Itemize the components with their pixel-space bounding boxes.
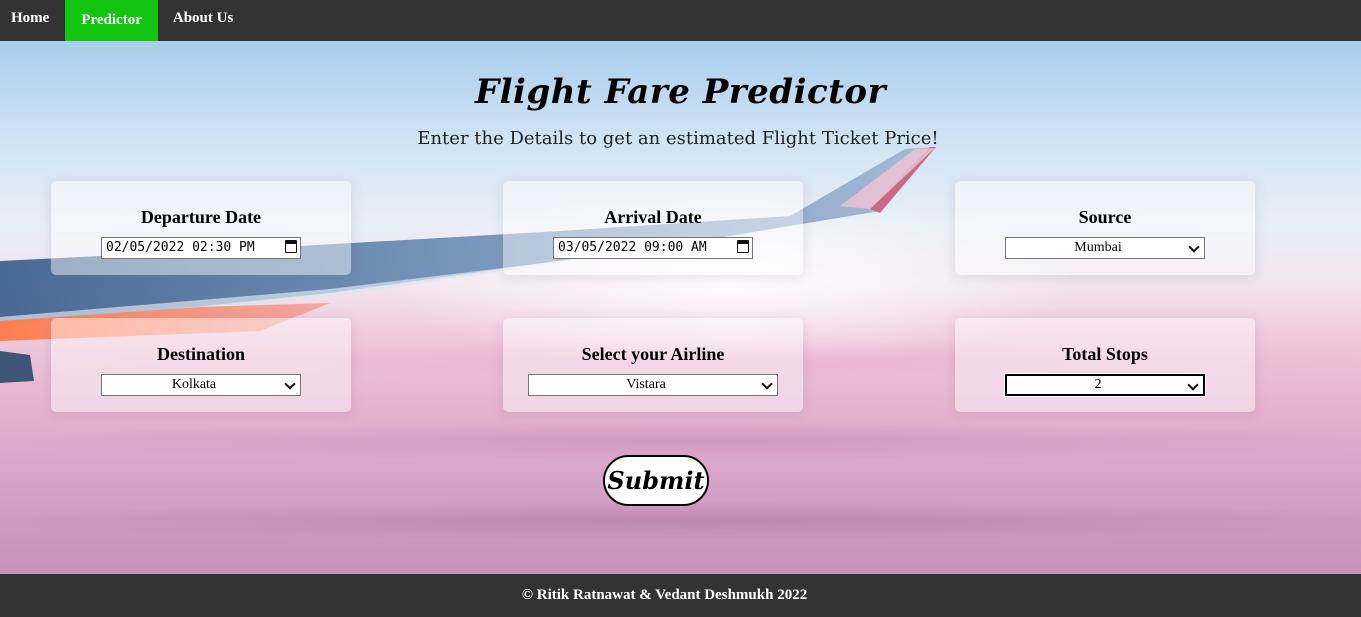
- airline-selected-value: Vistara: [626, 377, 666, 392]
- stops-card: Total Stops 2: [955, 318, 1255, 412]
- source-label: Source: [1078, 207, 1132, 227]
- arrival-label: Arrival Date: [604, 207, 702, 227]
- calendar-icon[interactable]: [737, 240, 749, 253]
- airline-label: Select your Airline: [581, 344, 725, 364]
- departure-label: Departure Date: [140, 207, 262, 227]
- source-card: Source Mumbai: [955, 181, 1255, 275]
- nav-home-link[interactable]: Home: [0, 0, 65, 36]
- calendar-icon[interactable]: [285, 240, 297, 253]
- airline-select[interactable]: Vistara: [528, 374, 778, 396]
- arrival-date-value: 03/05/2022 09:00 AM: [558, 240, 707, 255]
- arrival-date-input[interactable]: 03/05/2022 09:00 AM: [553, 237, 753, 259]
- hero-section: Flight Fare Predictor Enter the Details …: [0, 41, 1361, 574]
- destination-card: Destination Kolkata: [51, 318, 351, 412]
- stops-label: Total Stops: [1062, 344, 1148, 364]
- chevron-down-icon: [1188, 241, 1200, 253]
- destination-label: Destination: [156, 344, 245, 364]
- nav-about-link[interactable]: About Us: [158, 0, 248, 36]
- destination-selected-value: Kolkata: [171, 377, 217, 392]
- page-title: Flight Fare Predictor: [475, 72, 886, 112]
- departure-card: Departure Date 02/05/2022 02:30 PM: [51, 181, 351, 275]
- chevron-down-icon: [761, 378, 773, 390]
- stops-selected-value: 2: [1094, 377, 1102, 392]
- airline-card: Select your Airline Vistara: [503, 318, 803, 412]
- top-nav: Home Predictor About Us: [0, 0, 1361, 41]
- chevron-down-icon: [284, 378, 296, 390]
- submit-button[interactable]: Submit: [603, 455, 709, 506]
- destination-select[interactable]: Kolkata: [101, 374, 301, 396]
- nav-predictor-link[interactable]: Predictor: [65, 0, 158, 41]
- source-select[interactable]: Mumbai: [1005, 237, 1205, 259]
- chevron-down-icon: [1187, 379, 1199, 391]
- footer-copyright: © Ritik Ratnawat & Vedant Deshmukh 2022: [521, 587, 808, 603]
- departure-date-value: 02/05/2022 02:30 PM: [106, 240, 255, 255]
- arrival-card: Arrival Date 03/05/2022 09:00 AM: [503, 181, 803, 275]
- stops-select[interactable]: 2: [1005, 374, 1205, 396]
- page-subtitle: Enter the Details to get an estimated Fl…: [417, 128, 939, 149]
- footer: © Ritik Ratnawat & Vedant Deshmukh 2022: [0, 574, 1361, 617]
- source-selected-value: Mumbai: [1074, 240, 1122, 255]
- departure-date-input[interactable]: 02/05/2022 02:30 PM: [101, 237, 301, 259]
